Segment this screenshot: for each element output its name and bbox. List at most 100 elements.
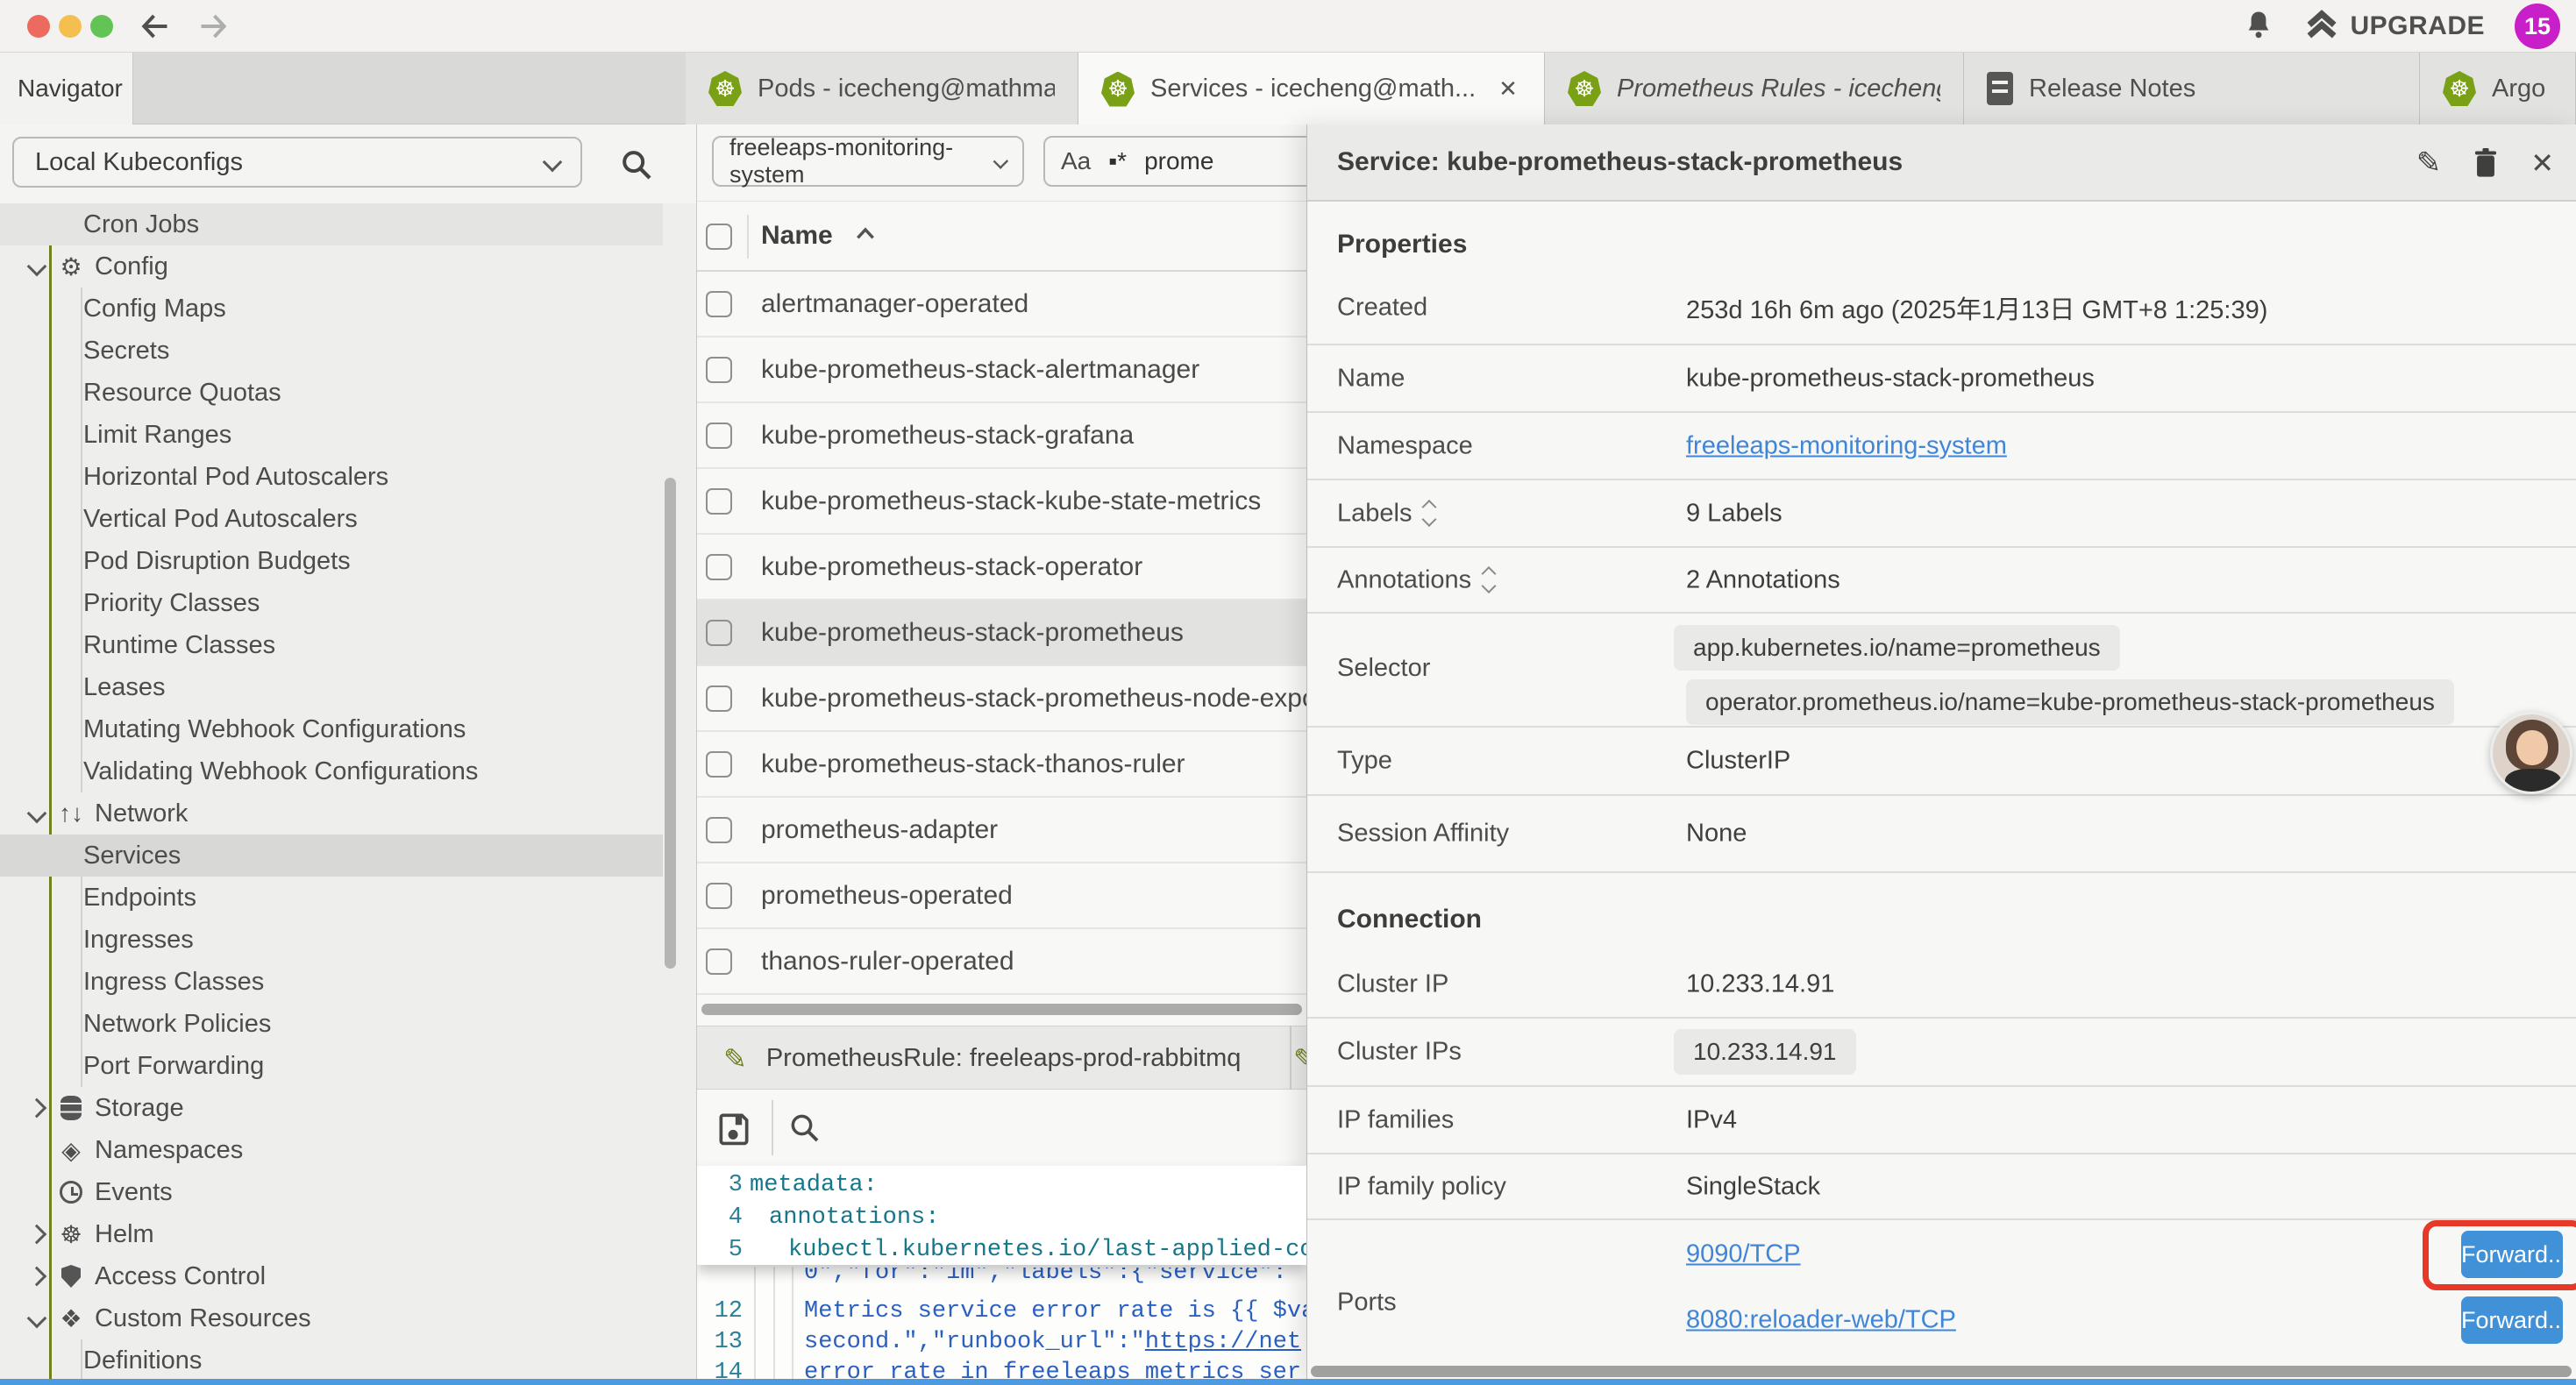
close-drawer-button[interactable]: ✕ (2530, 146, 2554, 180)
user-avatar[interactable] (2490, 712, 2572, 794)
chevron-right-icon[interactable] (27, 1225, 47, 1245)
row-checkbox[interactable] (706, 685, 732, 712)
sidebar-item-services[interactable]: Services (0, 835, 663, 877)
match-case-toggle[interactable]: Aa (1061, 147, 1091, 175)
table-row[interactable]: kube-prometheus-stack-thanos-ruler (697, 732, 1306, 798)
editor-tab-prometheusrule[interactable]: ✎ PrometheusRule: freeleaps-prod-rabbitm… (697, 1026, 1292, 1090)
yaml-editor[interactable]: 3metadata:4annotations:5kubectl.kubernet… (697, 1166, 1306, 1385)
row-checkbox[interactable] (706, 554, 732, 580)
sidebar-item-access-control[interactable]: Access Control (0, 1255, 663, 1297)
tab-5[interactable]: ☸Argo Se (2420, 53, 2576, 124)
name-column-header[interactable]: Name (761, 221, 877, 251)
close-window-button[interactable] (27, 15, 50, 38)
tab-4[interactable]: Release Notes (1964, 53, 2420, 124)
row-checkbox[interactable] (706, 488, 732, 515)
table-row[interactable]: kube-prometheus-stack-kube-state-metrics (697, 469, 1306, 535)
sidebar-item-helm[interactable]: ☸Helm (0, 1213, 663, 1255)
sort-updown-icon[interactable] (1484, 569, 1494, 592)
drawer-horizontal-scrollbar[interactable] (1311, 1366, 2572, 1377)
sidebar-item-endpoints[interactable]: Endpoints (0, 877, 663, 919)
tab-close-icon[interactable]: ✕ (1498, 75, 1518, 103)
sidebar-item-ingresses[interactable]: Ingresses (0, 919, 663, 961)
sidebar-item-leases[interactable]: Leases (0, 666, 663, 708)
delete-service-button[interactable] (2471, 146, 2501, 180)
chevron-down-icon[interactable] (27, 804, 47, 824)
row-checkbox[interactable] (706, 751, 732, 778)
sidebar-item-config[interactable]: ⚙Config (0, 245, 663, 288)
table-row[interactable]: prometheus-operated (697, 863, 1306, 929)
table-row[interactable]: thanos-ruler-operated (697, 929, 1306, 995)
sidebar-item-namespaces[interactable]: ◈Namespaces (0, 1129, 663, 1171)
sidebar-item-network[interactable]: ↑↓Network (0, 792, 663, 835)
sidebar-panel-tab-navigator[interactable]: Navigator (0, 53, 133, 124)
sidebar-item-custom-resources[interactable]: ❖Custom Resources (0, 1297, 663, 1339)
row-checkbox[interactable] (706, 357, 732, 383)
sidebar-item-cron-jobs[interactable]: Cron Jobs (0, 203, 663, 245)
table-row[interactable]: alertmanager-operated (697, 272, 1306, 337)
chevron-down-icon[interactable] (27, 257, 47, 277)
table-row[interactable]: prometheus-adapter (697, 798, 1306, 863)
zoom-window-button[interactable] (90, 15, 113, 38)
back-arrow-icon[interactable] (139, 11, 172, 42)
runbook-url-link[interactable]: https://net (1145, 1329, 1301, 1355)
tab-3[interactable]: ☸Prometheus Rules - icecheng... (1545, 53, 1964, 124)
row-checkbox[interactable] (706, 948, 732, 975)
sidebar-item-mutating-webhook-configurations[interactable]: Mutating Webhook Configurations (0, 708, 663, 750)
row-checkbox[interactable] (706, 817, 732, 843)
regex-toggle[interactable]: ▪* (1108, 147, 1127, 175)
gear-icon: ⚙ (56, 252, 86, 281)
upgrade-button[interactable]: UPGRADE (2304, 9, 2485, 44)
table-row[interactable]: kube-prometheus-stack-prometheus (697, 600, 1306, 666)
sidebar-item-vertical-pod-autoscalers[interactable]: Vertical Pod Autoscalers (0, 498, 663, 540)
tab-2[interactable]: ☸Services - icecheng@math...✕ (1078, 53, 1545, 125)
chevron-right-icon[interactable] (27, 1267, 47, 1287)
sidebar-item-port-forwarding[interactable]: Port Forwarding (0, 1045, 663, 1087)
forward-arrow-icon[interactable] (196, 11, 230, 42)
property-label: Name (1337, 364, 1405, 393)
sidebar-item-secrets[interactable]: Secrets (0, 330, 663, 372)
sidebar-item-network-policies[interactable]: Network Policies (0, 1003, 663, 1045)
editor-tab-next-sliver[interactable]: ✎ (1293, 1026, 1306, 1090)
namespace-link[interactable]: freeleaps-monitoring-system (1686, 431, 2007, 460)
table-row[interactable]: kube-prometheus-stack-grafana (697, 403, 1306, 469)
sidebar-item-pod-disruption-budgets[interactable]: Pod Disruption Budgets (0, 540, 663, 582)
edit-service-button[interactable]: ✎ (2416, 146, 2442, 181)
row-checkbox[interactable] (706, 423, 732, 449)
sidebar-item-config-maps[interactable]: Config Maps (0, 288, 663, 330)
sidebar-item-ingress-classes[interactable]: Ingress Classes (0, 961, 663, 1003)
sidebar-scrollbar[interactable] (665, 478, 676, 969)
save-button[interactable] (715, 1108, 753, 1148)
row-checkbox[interactable] (706, 291, 732, 317)
select-all-checkbox[interactable] (706, 224, 732, 250)
editor-search-button[interactable] (786, 1110, 823, 1147)
sidebar-search-icon[interactable] (619, 147, 654, 182)
port-link[interactable]: 8080:reloader-web/TCP (1686, 1306, 1956, 1335)
table-row[interactable]: kube-prometheus-stack-alertmanager (697, 337, 1306, 403)
sidebar-item-priority-classes[interactable]: Priority Classes (0, 582, 663, 624)
row-checkbox[interactable] (706, 883, 732, 909)
sidebar-item-definitions[interactable]: Definitions (0, 1339, 663, 1381)
sidebar-item-storage[interactable]: Storage (0, 1087, 663, 1129)
row-checkbox[interactable] (706, 620, 732, 646)
sort-updown-icon[interactable] (1424, 502, 1434, 525)
sidebar-item-events[interactable]: Events (0, 1171, 663, 1213)
table-row[interactable]: kube-prometheus-stack-prometheus-node-ex… (697, 666, 1306, 732)
namespace-select[interactable]: freeleaps-monitoring-system (712, 136, 1024, 187)
chevron-down-icon[interactable] (27, 1309, 47, 1329)
table-row[interactable]: kube-prometheus-stack-operator (697, 535, 1306, 600)
table-horizontal-scrollbar[interactable] (701, 1004, 1302, 1015)
tab-1[interactable]: ☸Pods - icecheng@mathmas... (686, 53, 1078, 124)
kubeconfig-select[interactable]: Local Kubeconfigs (12, 137, 582, 188)
forward-button[interactable]: Forward... (2461, 1296, 2563, 1344)
sidebar-item-limit-ranges[interactable]: Limit Ranges (0, 414, 663, 456)
sidebar-item-resource-quotas[interactable]: Resource Quotas (0, 372, 663, 414)
chevron-right-icon[interactable] (27, 1098, 47, 1119)
minimize-window-button[interactable] (59, 15, 82, 38)
sidebar-item-horizontal-pod-autoscalers[interactable]: Horizontal Pod Autoscalers (0, 456, 663, 498)
notification-count-badge[interactable]: 15 (2515, 4, 2560, 49)
sidebar-item-runtime-classes[interactable]: Runtime Classes (0, 624, 663, 666)
name-filter-input[interactable]: Aa ▪* prome (1043, 136, 1306, 187)
port-link[interactable]: 9090/TCP (1686, 1240, 1801, 1269)
sidebar-item-validating-webhook-configurations[interactable]: Validating Webhook Configurations (0, 750, 663, 792)
notifications-bell-icon[interactable] (2243, 9, 2274, 44)
